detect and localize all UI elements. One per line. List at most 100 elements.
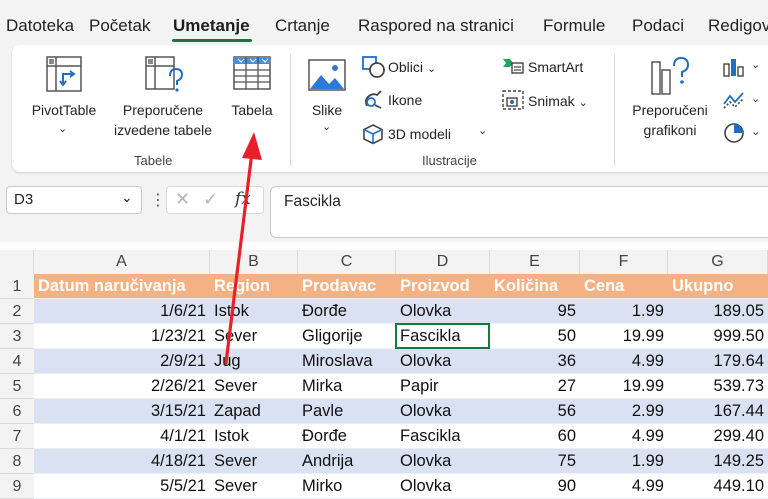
column-header-a[interactable]: A	[34, 250, 210, 274]
table-cell[interactable]: 1/23/21	[34, 324, 210, 349]
row-header-6[interactable]: 6	[0, 399, 34, 424]
table-cell[interactable]: Papir	[396, 374, 490, 399]
table-cell[interactable]: Istok	[210, 424, 298, 449]
column-header-e[interactable]: E	[490, 250, 580, 274]
table-cell[interactable]: Istok	[210, 299, 298, 324]
column-chart-icon[interactable]	[722, 56, 746, 78]
table-cell[interactable]: 5/5/21	[34, 474, 210, 499]
column-header-f[interactable]: F	[580, 250, 668, 274]
pivot-table-button[interactable]: PivotTable	[28, 100, 100, 120]
cancel-icon[interactable]: ✕	[175, 189, 190, 210]
table-cell[interactable]: 56	[490, 399, 580, 424]
table-cell[interactable]: Đorđe	[298, 299, 396, 324]
tab-datoteka[interactable]: Datoteka	[6, 16, 74, 36]
tab-pocetak[interactable]: Početak	[89, 16, 150, 36]
table-cell[interactable]: 2/26/21	[34, 374, 210, 399]
confirm-check-icon[interactable]: ✓	[203, 189, 218, 210]
table-cell[interactable]: 19.99	[580, 324, 668, 349]
table-cell[interactable]: 3/15/21	[34, 399, 210, 424]
table-cell[interactable]: 60	[490, 424, 580, 449]
table-cell[interactable]: 299.40	[668, 424, 768, 449]
table-cell[interactable]: Pavle	[298, 399, 396, 424]
table-cell[interactable]: Olovka	[396, 299, 490, 324]
tab-podaci[interactable]: Podaci	[632, 16, 684, 36]
table-cell[interactable]: 95	[490, 299, 580, 324]
row-header-9[interactable]: 9	[0, 474, 34, 499]
tab-crtanje[interactable]: Crtanje	[275, 16, 330, 36]
pictures-chevron-down-icon[interactable]: ⌄	[322, 120, 331, 133]
table-cell[interactable]: Jug	[210, 349, 298, 374]
pie-chart-icon[interactable]	[722, 122, 746, 144]
table-cell[interactable]: 36	[490, 349, 580, 374]
table-cell[interactable]: 2.99	[580, 399, 668, 424]
table-cell[interactable]: 449.10	[668, 474, 768, 499]
table-cell[interactable]: 4.99	[580, 349, 668, 374]
table-header-cell[interactable]: Prodavac	[298, 274, 396, 299]
line-chart-chevron-down-icon[interactable]: ⌄	[751, 92, 760, 105]
table-cell[interactable]: 1/6/21	[34, 299, 210, 324]
table-cell[interactable]: Olovka	[396, 349, 490, 374]
table-cell[interactable]: 179.64	[668, 349, 768, 374]
pivot-chevron-down-icon[interactable]: ⌄	[58, 122, 67, 135]
table-header-cell[interactable]: Datum naručivanja	[34, 274, 210, 299]
column-header-c[interactable]: C	[298, 250, 396, 274]
table-cell[interactable]: 27	[490, 374, 580, 399]
table-cell[interactable]: 4.99	[580, 424, 668, 449]
row-header-1[interactable]: 1	[0, 274, 34, 299]
table-cell[interactable]: 4/1/21	[34, 424, 210, 449]
pictures-button[interactable]: Slike	[304, 100, 350, 120]
table-cell[interactable]: Fascikla	[396, 424, 490, 449]
smartart-button[interactable]: SmartArt	[528, 57, 583, 77]
table-header-cell[interactable]: Cena	[580, 274, 668, 299]
table-cell[interactable]: 1.99	[580, 299, 668, 324]
insert-function-icon[interactable]: fx	[235, 189, 251, 209]
formula-input[interactable]: Fascikla	[270, 186, 768, 238]
table-cell[interactable]: Đorđe	[298, 424, 396, 449]
column-chart-chevron-down-icon[interactable]: ⌄	[751, 58, 760, 71]
table-cell[interactable]: 167.44	[668, 399, 768, 424]
table-cell[interactable]: Gligorije	[298, 324, 396, 349]
table-cell[interactable]: 90	[490, 474, 580, 499]
row-header-4[interactable]: 4	[0, 349, 34, 374]
tab-raspored[interactable]: Raspored na stranici	[358, 16, 514, 36]
table-cell[interactable]: Mirka	[298, 374, 396, 399]
tab-redigovanje[interactable]: Redigov	[708, 16, 768, 36]
column-header-g[interactable]: G	[668, 250, 768, 274]
row-header-5[interactable]: 5	[0, 374, 34, 399]
more-options-icon[interactable]: ⋮	[150, 190, 166, 210]
table-cell[interactable]: Zapad	[210, 399, 298, 424]
recommended-charts-button[interactable]: Preporučeni grafikoni	[624, 100, 716, 140]
column-header-b[interactable]: B	[210, 250, 298, 274]
table-cell[interactable]: Sever	[210, 474, 298, 499]
table-cell[interactable]: 75	[490, 449, 580, 474]
table-cell[interactable]: Olovka	[396, 449, 490, 474]
screenshot-button[interactable]: Snimak ⌄	[528, 91, 588, 113]
table-cell[interactable]: Sever	[210, 449, 298, 474]
table-button[interactable]: Tabela	[226, 100, 278, 120]
table-cell[interactable]: 2/9/21	[34, 349, 210, 374]
select-all-corner[interactable]	[0, 250, 34, 274]
table-header-cell[interactable]: Proizvod	[396, 274, 490, 299]
3d-models-button[interactable]: 3D modeli	[388, 124, 451, 144]
table-cell[interactable]: Sever	[210, 374, 298, 399]
shapes-button[interactable]: Oblici ⌄	[388, 57, 436, 79]
table-cell[interactable]: 50	[490, 324, 580, 349]
table-header-cell[interactable]: Region	[210, 274, 298, 299]
table-cell[interactable]: 149.25	[668, 449, 768, 474]
recommended-pivot-button[interactable]: Preporučene izvedene tabele	[106, 100, 220, 140]
column-header-d[interactable]: D	[396, 250, 490, 274]
table-cell[interactable]: Olovka	[396, 474, 490, 499]
table-cell[interactable]: 1.99	[580, 449, 668, 474]
table-cell[interactable]: Miroslava	[298, 349, 396, 374]
row-header-3[interactable]: 3	[0, 324, 34, 349]
table-cell[interactable]: Sever	[210, 324, 298, 349]
name-box[interactable]: D3 ⌄	[6, 186, 142, 214]
table-cell[interactable]: Andrija	[298, 449, 396, 474]
line-chart-icon[interactable]	[722, 90, 746, 110]
table-cell[interactable]: Olovka	[396, 399, 490, 424]
table-cell[interactable]: 19.99	[580, 374, 668, 399]
row-header-7[interactable]: 7	[0, 424, 34, 449]
row-header-2[interactable]: 2	[0, 299, 34, 324]
table-cell[interactable]: 189.05	[668, 299, 768, 324]
table-cell[interactable]: 4/18/21	[34, 449, 210, 474]
